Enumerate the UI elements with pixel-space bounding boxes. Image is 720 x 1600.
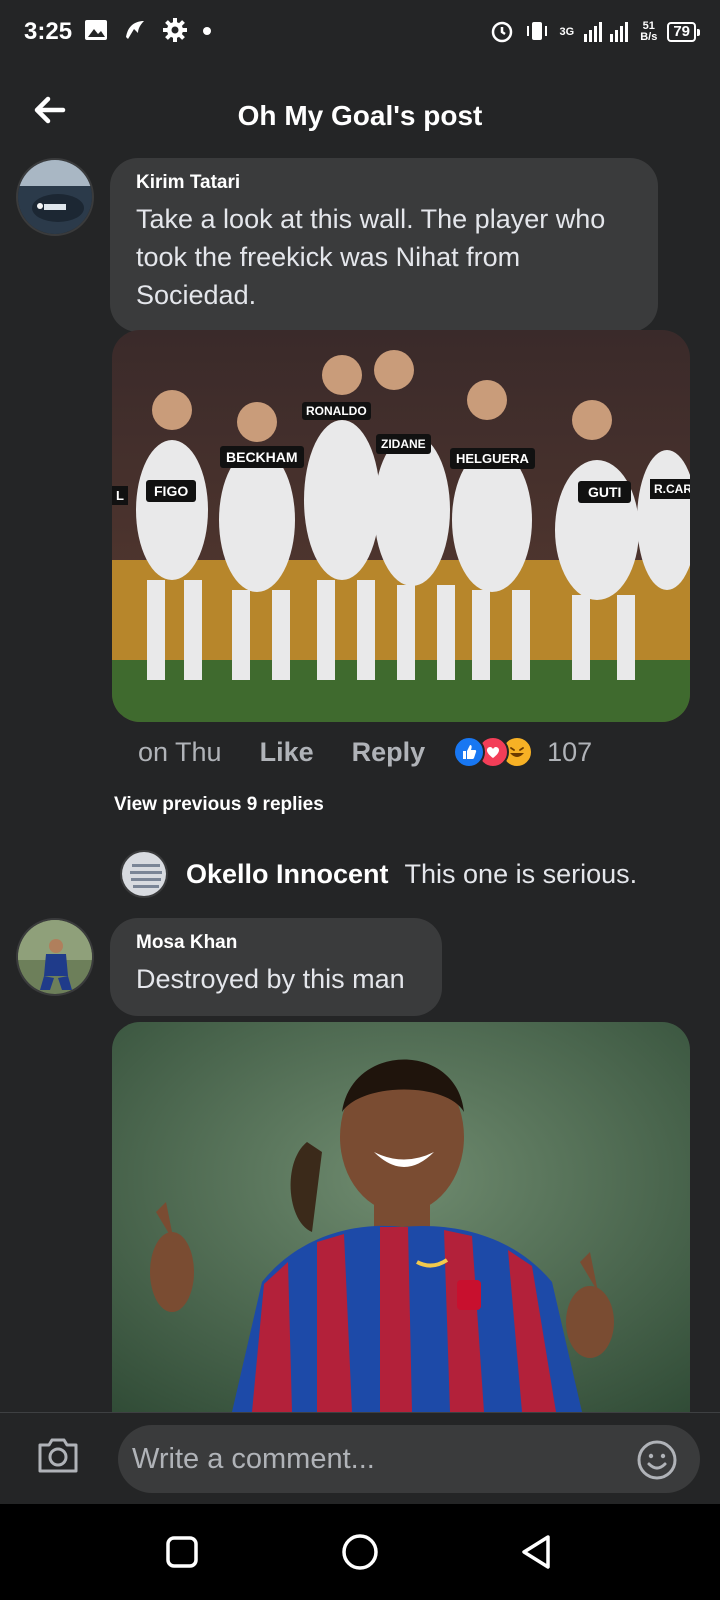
avatar[interactable]: [16, 918, 94, 996]
photo-label-guti: GUTI: [578, 481, 632, 503]
comment-author[interactable]: Mosa Khan: [136, 932, 416, 954]
photo-label-l: L: [112, 486, 128, 505]
back-nav-button[interactable]: [514, 1530, 558, 1574]
data-speed: 51 B/s: [640, 20, 658, 43]
gallery-icon: [84, 19, 108, 46]
photo-label-zidane: ZIDANE: [376, 434, 431, 454]
vibrate-icon: [524, 20, 550, 45]
reaction-count: 107: [547, 736, 593, 767]
status-time: 3:25: [24, 18, 73, 45]
emoji-button[interactable]: [636, 1439, 678, 1481]
square-icon: [166, 1536, 198, 1568]
status-bar: 3:25 3G 51 B/s 79: [0, 0, 720, 64]
triangle-back-icon: [522, 1535, 550, 1569]
like-button[interactable]: Like: [260, 737, 314, 768]
comment-photo[interactable]: L FIGO BECKHAM RONALDO ZIDANE HELGUERA G…: [112, 330, 690, 722]
page-title: Oh My Goal's post: [237, 100, 483, 131]
battery-indicator: 79: [667, 22, 700, 42]
photo-label-helguera: HELGUERA: [450, 448, 535, 469]
comment-bubble[interactable]: Kirim Tatari Take a look at this wall. T…: [110, 158, 658, 332]
camera-icon: [38, 1438, 78, 1473]
reply-button[interactable]: Reply: [352, 737, 426, 768]
app-notification-icon: [122, 17, 148, 48]
comment-actions: on Thu Like Reply 107: [138, 730, 592, 774]
camera-button[interactable]: [36, 1435, 84, 1483]
photo-label-figo: FIGO: [146, 480, 197, 502]
signal-icon: [584, 20, 630, 45]
photo-label-ronaldo: RONALDO: [302, 402, 371, 420]
back-arrow-icon: [34, 96, 66, 124]
system-navigation-bar: [0, 1504, 720, 1600]
comment-text: Take a look at this wall. The player who…: [136, 204, 606, 310]
comment-composer: [0, 1412, 720, 1504]
photo-label-beckham: BECKHAM: [220, 446, 304, 468]
comment-time[interactable]: on Thu: [138, 737, 222, 768]
alarm-icon: [490, 19, 514, 46]
reply-text: This one is serious.: [404, 858, 638, 889]
network-type: 3G: [559, 26, 575, 38]
reply-author[interactable]: Okello Innocent: [186, 859, 389, 890]
avatar[interactable]: [16, 158, 94, 236]
comment-bubble[interactable]: Mosa Khan Destroyed by this man: [110, 918, 442, 1016]
view-previous-replies-link[interactable]: View previous 9 replies: [114, 794, 324, 816]
reply-avatar[interactable]: [120, 850, 168, 898]
recents-button[interactable]: [160, 1530, 204, 1574]
comment-photo[interactable]: [112, 1022, 690, 1412]
comment-author[interactable]: Kirim Tatari: [136, 172, 632, 194]
circle-icon: [342, 1534, 378, 1570]
settings-gear-icon: [162, 17, 188, 48]
smiley-icon: [637, 1440, 677, 1480]
comment-text: Destroyed by this man: [136, 964, 405, 994]
comment-input[interactable]: [118, 1425, 700, 1493]
like-icon: [453, 736, 486, 768]
back-button[interactable]: [30, 90, 70, 130]
post-header: Oh My Goal's post: [0, 70, 720, 154]
dot-icon: [202, 23, 212, 41]
reply-preview[interactable]: Okello Innocent This one is serious.: [120, 850, 637, 898]
photo-label-rcar: R.CAR: [650, 479, 690, 499]
reactions-summary[interactable]: 107: [453, 736, 592, 768]
home-button[interactable]: [338, 1530, 382, 1574]
